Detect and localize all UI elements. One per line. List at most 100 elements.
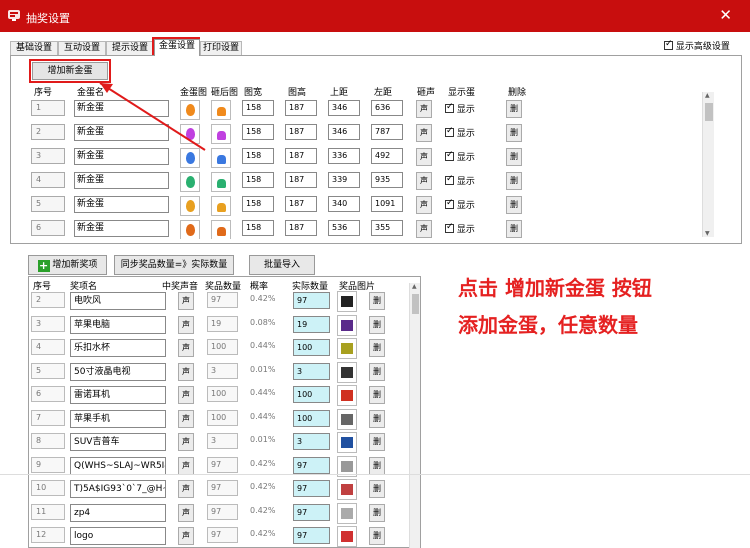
egg-width-input[interactable]: 158 <box>242 196 274 212</box>
egg-show-checkbox[interactable] <box>445 174 454 185</box>
egg-height-input[interactable]: 187 <box>285 172 317 188</box>
egg-top-input[interactable]: 346 <box>328 100 360 116</box>
prize-name-input[interactable]: 苹果手机 <box>70 409 166 428</box>
egg-name-input[interactable]: 新金蛋 <box>74 172 169 189</box>
prize-image-picker[interactable] <box>337 502 357 524</box>
egg-name-input[interactable]: 新金蛋 <box>74 124 169 141</box>
prize-image-picker[interactable] <box>337 291 357 312</box>
egg-top-input[interactable]: 536 <box>328 220 360 236</box>
sync-count-button[interactable]: 同步奖品数量=》实际数量 <box>114 255 234 275</box>
egg-sound-button[interactable]: 声 <box>416 196 432 214</box>
prize-name-input[interactable]: zp4 <box>70 503 166 522</box>
prize-sound-button[interactable]: 声 <box>178 386 194 404</box>
egg-width-input[interactable]: 158 <box>242 148 274 164</box>
tab-print[interactable]: 打印设置 <box>200 41 242 55</box>
broken-egg-image-picker[interactable] <box>211 148 231 168</box>
prize-sound-button[interactable]: 声 <box>178 503 194 522</box>
egg-show-toggle[interactable]: 显示 <box>445 174 475 187</box>
scrollbar-thumb[interactable] <box>705 103 713 121</box>
egg-width-input[interactable]: 158 <box>242 220 274 236</box>
egg-top-input[interactable]: 339 <box>328 172 360 188</box>
prize-delete-button[interactable]: 删 <box>369 433 385 451</box>
broken-egg-image-picker[interactable] <box>211 220 231 239</box>
prize-image-picker[interactable] <box>337 361 357 383</box>
prize-image-picker[interactable] <box>337 408 357 430</box>
egg-image-picker[interactable] <box>180 124 200 144</box>
egg-sound-button[interactable]: 声 <box>416 220 432 238</box>
egg-image-picker[interactable] <box>180 196 200 216</box>
egg-show-checkbox[interactable] <box>445 222 454 233</box>
egg-width-input[interactable]: 158 <box>242 172 274 188</box>
egg-height-input[interactable]: 187 <box>285 100 317 116</box>
egg-delete-button[interactable]: 删 <box>506 100 522 118</box>
egg-height-input[interactable]: 187 <box>285 148 317 164</box>
prize-actual-count-input[interactable]: 97 <box>293 480 330 497</box>
egg-show-toggle[interactable]: 显示 <box>445 198 475 211</box>
prize-name-input[interactable]: 电吹风 <box>70 292 166 310</box>
prize-name-input[interactable]: SUV吉普车 <box>70 433 166 451</box>
prize-name-input[interactable]: 50寸液晶电视 <box>70 362 166 381</box>
prize-sound-button[interactable]: 声 <box>178 456 194 475</box>
broken-egg-image-picker[interactable] <box>211 172 231 192</box>
prize-delete-button[interactable]: 删 <box>369 315 385 334</box>
egg-delete-button[interactable]: 删 <box>506 124 522 142</box>
egg-image-picker[interactable] <box>180 172 200 192</box>
egg-show-checkbox[interactable] <box>445 102 454 113</box>
prize-actual-count-input[interactable]: 97 <box>293 527 330 544</box>
prize-delete-button[interactable]: 删 <box>369 503 385 522</box>
prize-actual-count-input[interactable]: 19 <box>293 315 330 333</box>
tab-interaction[interactable]: 互动设置 <box>58 41 106 55</box>
prize-sound-button[interactable]: 声 <box>178 409 194 428</box>
prize-name-input[interactable]: 乐扣水杯 <box>70 339 166 357</box>
prize-sound-button[interactable]: 声 <box>178 527 194 545</box>
prize-actual-count-input[interactable]: 100 <box>293 386 330 403</box>
tab-basic[interactable]: 基础设置 <box>10 41 58 55</box>
egg-delete-button[interactable]: 删 <box>506 172 522 190</box>
egg-image-picker[interactable] <box>180 148 200 168</box>
prize-name-input[interactable]: 苹果电脑 <box>70 315 166 334</box>
prize-delete-button[interactable]: 删 <box>369 456 385 475</box>
prize-sound-button[interactable]: 声 <box>178 292 194 310</box>
egg-name-input[interactable]: 新金蛋 <box>74 148 169 165</box>
prize-image-picker[interactable] <box>337 338 357 359</box>
prize-name-input[interactable]: Q(WHS~SLAJ~WR5I4TM7 <box>70 456 166 475</box>
broken-egg-image-picker[interactable] <box>211 196 231 216</box>
egg-show-toggle[interactable]: 显示 <box>445 222 475 235</box>
prize-sound-button[interactable]: 声 <box>178 480 194 498</box>
egg-width-input[interactable]: 158 <box>242 124 274 140</box>
egg-sound-button[interactable]: 声 <box>416 172 432 190</box>
egg-name-input[interactable]: 新金蛋 <box>74 100 169 117</box>
egg-delete-button[interactable]: 删 <box>506 148 522 166</box>
prize-image-picker[interactable] <box>337 526 357 547</box>
egg-image-picker[interactable] <box>180 220 200 239</box>
broken-egg-image-picker[interactable] <box>211 100 231 120</box>
egg-name-input[interactable]: 新金蛋 <box>74 220 169 237</box>
egg-delete-button[interactable]: 删 <box>506 196 522 214</box>
prize-actual-count-input[interactable]: 100 <box>293 409 330 427</box>
prize-name-input[interactable]: 雷诺耳机 <box>70 386 166 404</box>
egg-show-checkbox[interactable] <box>445 126 454 137</box>
tab-tips[interactable]: 提示设置 <box>106 41 154 55</box>
prize-delete-button[interactable]: 删 <box>369 292 385 310</box>
prize-image-picker[interactable] <box>337 385 357 406</box>
prize-actual-count-input[interactable]: 97 <box>293 292 330 309</box>
batch-import-button[interactable]: 批量导入 <box>249 255 315 275</box>
egg-show-toggle[interactable]: 显示 <box>445 150 475 163</box>
prize-delete-button[interactable]: 删 <box>369 339 385 357</box>
close-icon[interactable]: ✕ <box>719 6 732 24</box>
prize-image-picker[interactable] <box>337 479 357 500</box>
prize-delete-button[interactable]: 删 <box>369 527 385 545</box>
prize-scrollbar-thumb[interactable] <box>412 294 419 314</box>
egg-show-checkbox[interactable] <box>445 198 454 209</box>
prize-delete-button[interactable]: 删 <box>369 409 385 428</box>
egg-top-input[interactable]: 340 <box>328 196 360 212</box>
egg-sound-button[interactable]: 声 <box>416 148 432 166</box>
egg-sound-button[interactable]: 声 <box>416 124 432 142</box>
egg-table-scrollbar[interactable]: ▲ ▼ <box>702 92 714 237</box>
prize-sound-button[interactable]: 声 <box>178 339 194 357</box>
scroll-up-icon[interactable]: ▲ <box>705 92 710 99</box>
scroll-down-icon[interactable]: ▼ <box>705 230 710 237</box>
prize-actual-count-input[interactable]: 100 <box>293 339 330 356</box>
egg-left-input[interactable]: 787 <box>371 124 403 140</box>
egg-delete-button[interactable]: 删 <box>506 220 522 238</box>
